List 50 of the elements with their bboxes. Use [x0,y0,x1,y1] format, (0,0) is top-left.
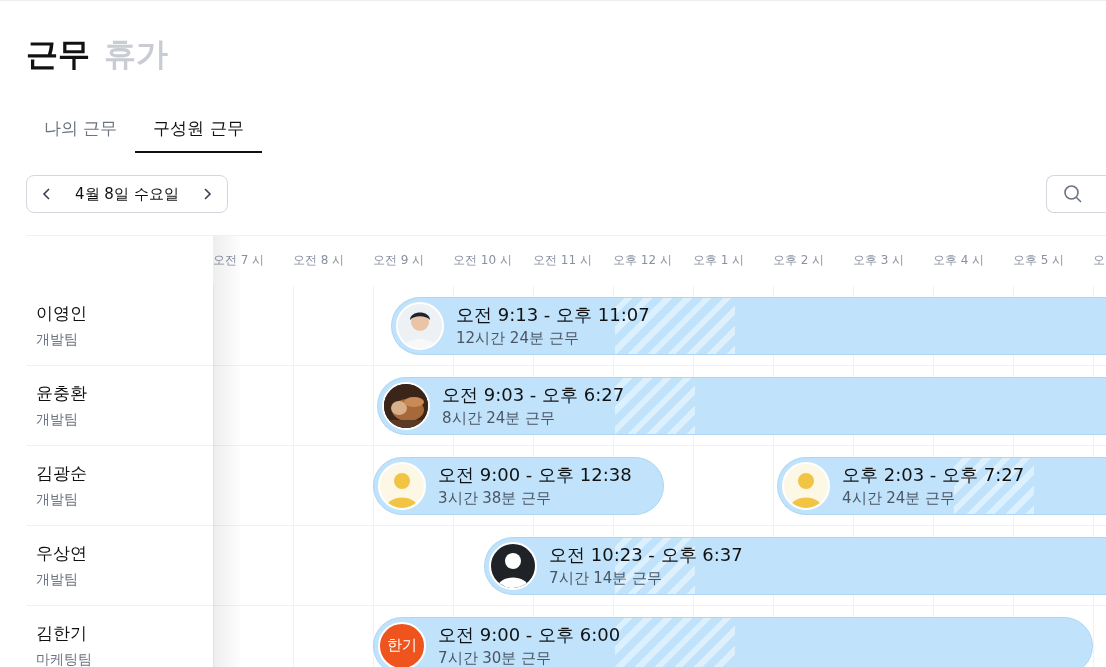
hour-label: 오전 11 시 [533,252,593,269]
shift-bar[interactable]: 오후 2:03 - 오후 7:27 4시간 24분 근무 [777,456,1106,515]
team-name: 개발팀 [36,331,79,349]
member-name: 이영인 [36,302,88,325]
search-icon [1063,184,1083,204]
avatar: 한기 [378,621,426,667]
hour-label: 오 [1093,252,1106,269]
avatar [489,541,537,590]
hour-label: 오전 7 시 [213,252,266,269]
shift-bar[interactable]: 한기 오전 9:00 - 오후 6:00 7시간 30분 근무 [373,616,1093,667]
date-label: 4월 8일 수요일 [74,184,180,204]
tab[interactable]: 나의 근무 [26,105,136,153]
shift-duration: 3시간 38분 근무 [438,489,553,508]
shift-time: 오전 10:23 - 오후 6:37 [549,543,743,567]
member-name: 김광순 [36,462,88,485]
hour-label: 오후 4 시 [933,252,986,269]
shift-bar[interactable]: 오전 9:03 - 오후 6:27 8시간 24분 근무 [377,376,1106,435]
hour-label: 오전 10 시 [453,252,513,269]
hour-label: 오후 3 시 [853,252,906,269]
shift-duration: 7시간 30분 근무 [438,649,553,667]
team-name: 마케팅팀 [36,651,93,667]
avatar [378,461,426,510]
hour-label: 오후 1 시 [693,252,746,269]
shift-duration: 4시간 24분 근무 [842,489,957,508]
shift-time: 오전 9:00 - 오후 12:38 [438,463,632,487]
hour-label: 오후 12 시 [613,252,673,269]
shift-bar[interactable]: 오전 10:23 - 오후 6:37 7시간 14분 근무 [484,536,1106,595]
hour-label: 오후 2 시 [773,252,826,269]
shift-duration: 12시간 24분 근무 [456,329,580,348]
tab[interactable]: 구성원 근무 [135,105,262,153]
shift-bar[interactable]: 오전 9:00 - 오후 12:38 3시간 38분 근무 [373,456,664,515]
team-name: 개발팀 [36,571,79,589]
shift-duration: 7시간 14분 근무 [549,569,664,588]
shift-time: 오후 2:03 - 오후 7:27 [842,463,1025,487]
hour-label: 오전 9 시 [373,252,426,269]
member-name: 우상연 [36,542,88,565]
shift-time: 오전 9:00 - 오후 6:00 [438,623,621,647]
team-name: 개발팀 [36,491,79,509]
shift-duration: 8시간 24분 근무 [442,409,557,428]
shift-time: 오전 9:13 - 오후 11:07 [456,303,650,327]
shift-bar[interactable]: 오전 9:13 - 오후 11:07 12시간 24분 근무 [391,296,1106,355]
hour-label: 오후 5 시 [1013,252,1066,269]
page-title: 근무 [26,34,90,75]
search-field[interactable] [1046,175,1106,213]
member-name: 김한기 [36,622,88,645]
shift-time: 오전 9:03 - 오후 6:27 [442,383,625,407]
team-name: 개발팀 [36,411,79,429]
avatar [782,461,830,510]
member-name: 윤충환 [36,382,88,405]
hour-label: 오전 8 시 [293,252,346,269]
